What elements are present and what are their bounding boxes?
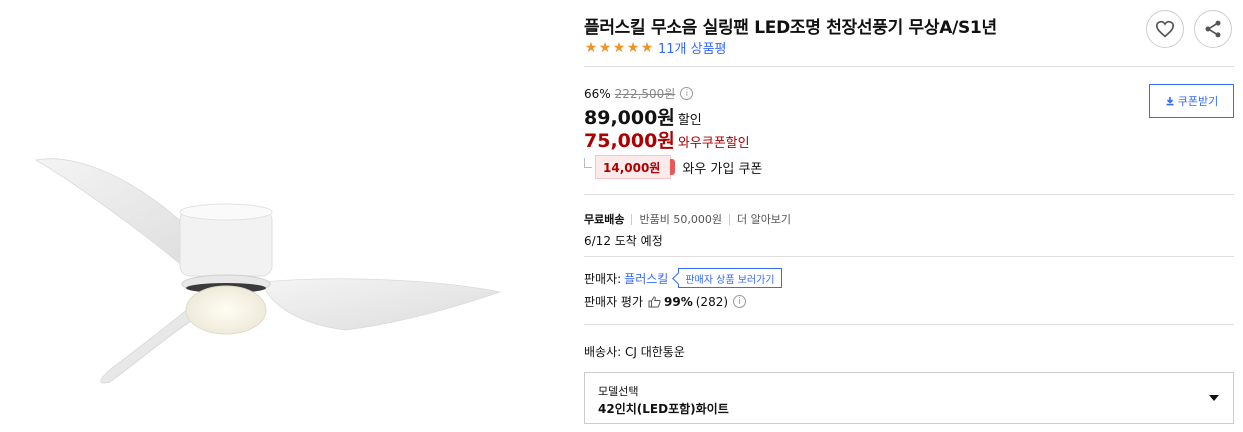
thumbs-up-icon (648, 295, 661, 308)
rating-row: ★ ★ ★ ★ ★ 11개 상품평 (584, 38, 727, 58)
ceiling-fan-image (34, 158, 502, 384)
seller-label: 판매자: (584, 271, 622, 286)
member-coupon-row: 14,000원 와우 가입 쿠폰 (584, 155, 762, 179)
seller-rating-percent: 99% (664, 294, 693, 309)
shipping-row: 무료배송 반품비 50,000원 더 알아보기 (584, 211, 791, 227)
divider (584, 194, 1234, 195)
discount-row: 66% 222,500원 i (584, 85, 694, 102)
member-coupon-label: 와우 가입 쿠폰 (682, 161, 763, 177)
return-fee: 반품비 50,000원 (639, 213, 722, 226)
model-select[interactable]: 모델선택 42인치(LED포함)화이트 (584, 372, 1234, 424)
get-coupon-button[interactable]: 쿠폰받기 (1149, 84, 1234, 118)
divider (584, 256, 1234, 257)
product-info-panel: 플러스킬 무소음 실링팬 LED조명 천장선풍기 무상A/S1년 ★ ★ ★ ★… (584, 0, 1234, 432)
carrier-info: 배송사: CJ 대한통운 (584, 345, 685, 359)
share-button[interactable] (1194, 10, 1232, 48)
seller-rating-count: (282) (695, 294, 729, 309)
star-icon: ★ (612, 39, 626, 56)
elbow-line (584, 158, 592, 168)
product-title: 플러스킬 무소음 실링팬 LED조명 천장선풍기 무상A/S1년 (584, 18, 997, 38)
member-coupon-amount: 14,000원 (595, 155, 676, 179)
separator (631, 213, 633, 225)
original-price: 222,500원 (614, 87, 676, 101)
chevron-down-icon (1209, 395, 1219, 401)
info-icon[interactable]: i (733, 295, 747, 308)
star-icon: ★ (598, 39, 612, 56)
download-icon (1166, 97, 1174, 106)
heart-icon (1155, 20, 1175, 38)
coupon-price-tag: 와우쿠폰할인 (677, 136, 750, 151)
free-shipping-label: 무료배송 (584, 213, 625, 226)
seller-name-link[interactable]: 플러스킬 (624, 270, 668, 287)
star-icon: ★ (584, 39, 598, 56)
seller-rating-row: 판매자 평가 99% (282) i (584, 293, 747, 310)
star-icon: ★ (640, 39, 654, 56)
star-icon: ★ (626, 39, 640, 56)
arrival-date: 6/12 도착 예정 (584, 234, 663, 248)
seller-rating-label: 판매자 평가 (584, 295, 644, 309)
get-coupon-label: 쿠폰받기 (1177, 95, 1219, 108)
coupon-price: 75,000원 (584, 130, 675, 152)
model-select-value: 42인치(LED포함)화이트 (598, 402, 729, 416)
review-count-link[interactable]: 11개 상품평 (658, 38, 727, 57)
divider (584, 66, 1234, 67)
rating-stars: ★ ★ ★ ★ ★ (584, 41, 654, 55)
share-icon (1205, 20, 1221, 38)
seller-row: 판매자: 플러스킬 판매자 상품 보러가기 (584, 268, 782, 288)
wishlist-button[interactable] (1146, 10, 1184, 48)
coupon-price-row: 75,000원 와우쿠폰할인 (584, 126, 750, 153)
divider (584, 324, 1234, 325)
discount-rate: 66% (584, 86, 611, 101)
learn-more-link[interactable]: 더 알아보기 (737, 211, 791, 227)
seller-products-button[interactable]: 판매자 상품 보러가기 (678, 268, 782, 288)
product-image (0, 0, 565, 432)
info-icon[interactable]: i (680, 87, 694, 100)
separator (728, 213, 730, 225)
model-select-label: 모델선택 (598, 385, 639, 398)
